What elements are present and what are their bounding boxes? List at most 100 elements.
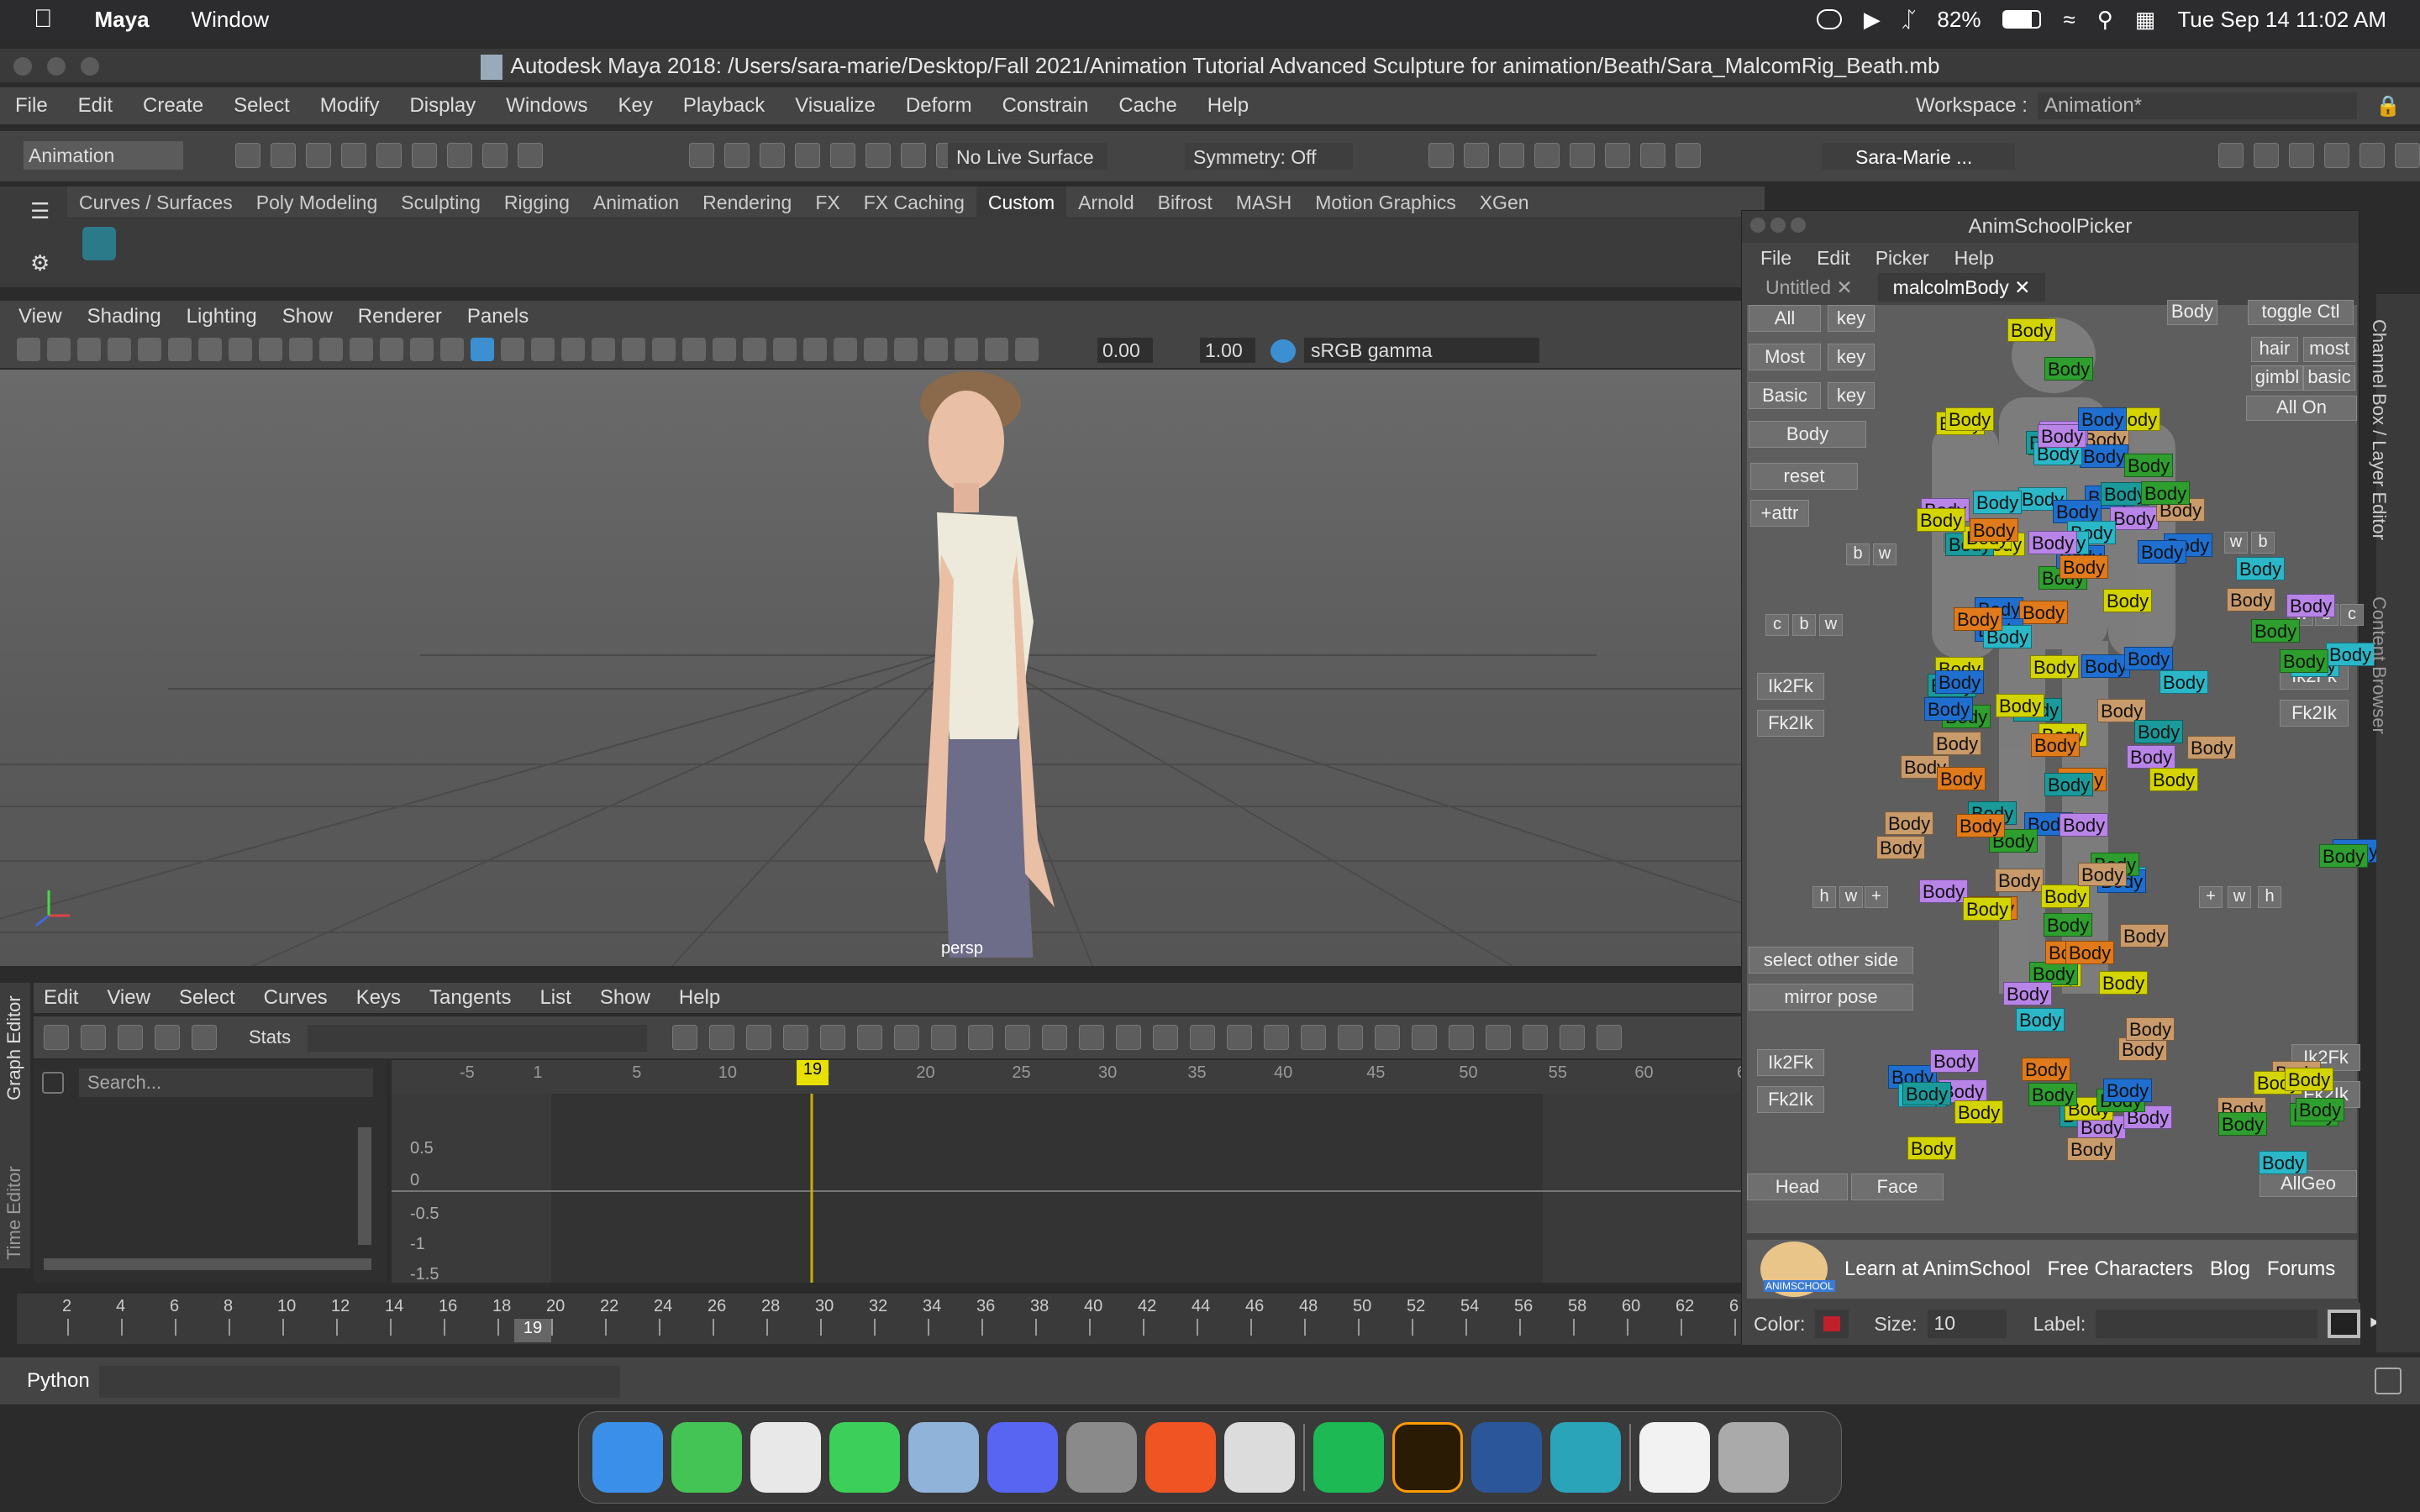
panel-tool-icon-4[interactable]	[2324, 143, 2349, 168]
body-control[interactable]: Body	[2149, 768, 2199, 791]
picker-close-button[interactable]	[1750, 218, 1765, 233]
graph-editor-tab[interactable]: Graph Editor	[3, 995, 25, 1100]
render-tool-icon-8[interactable]	[1676, 143, 1701, 168]
workspace-select[interactable]: Animation*	[2037, 92, 2357, 119]
viewport-tool-icon-31[interactable]	[924, 338, 948, 361]
viewport-tool-icon-20[interactable]	[592, 338, 615, 361]
body-control[interactable]: Body	[2053, 500, 2102, 523]
body-control[interactable]: Body	[2028, 1083, 2078, 1106]
body-control[interactable]: Body	[2065, 941, 2115, 964]
body-control[interactable]: Body	[2259, 1151, 2308, 1174]
select-tool-icon-4[interactable]	[795, 143, 820, 168]
body-control[interactable]: Body	[2236, 557, 2286, 580]
file-tool-icon-2[interactable]	[271, 143, 296, 168]
bluetooth-icon[interactable]: ᛢ	[1902, 7, 1916, 33]
user-account[interactable]: Sara-Marie ...	[1822, 143, 2015, 170]
shelf-tab-sculpting[interactable]: Sculpting	[389, 186, 492, 218]
close-window-button[interactable]	[13, 57, 32, 76]
graph-menu-help[interactable]: Help	[679, 986, 720, 1010]
body-control[interactable]: Body	[1930, 1049, 1980, 1073]
animschool-logo[interactable]: ANIMSCHOOL	[1760, 1242, 1835, 1297]
label-color-swatch[interactable]	[2327, 1310, 2360, 1338]
outliner-hscrollbar[interactable]	[44, 1258, 371, 1270]
discord-icon[interactable]	[987, 1422, 1058, 1493]
content-browser-tab[interactable]: Content Browser	[2368, 596, 2390, 734]
outliner-scrollbar[interactable]	[358, 1127, 371, 1245]
picker-button-mirror-pose[interactable]: mirror pose	[1749, 984, 1913, 1011]
viewport-tool-icon-1[interactable]	[17, 338, 40, 361]
panel-tool-icon-6[interactable]	[2395, 143, 2420, 168]
viewport-tool-icon-3[interactable]	[77, 338, 101, 361]
viewport-tool-icon-16[interactable]	[471, 338, 494, 361]
viewport-menu-shading[interactable]: Shading	[87, 305, 161, 328]
shelf-tab-motion-graphics[interactable]: Motion Graphics	[1303, 186, 1467, 218]
curve-tool-icon-8[interactable]	[931, 1025, 956, 1050]
menu-deform[interactable]: Deform	[906, 94, 972, 118]
body-control[interactable]: Body	[2127, 745, 2176, 769]
picker-zoom-button[interactable]	[1791, 218, 1806, 233]
curve-tool-icon-11[interactable]	[1042, 1025, 1067, 1050]
live-surface[interactable]: No Live Surface	[948, 143, 1107, 170]
body-control[interactable]: Body	[2078, 863, 2128, 886]
picker-small-c[interactable]: c	[2340, 604, 2364, 626]
graph-menu-edit[interactable]: Edit	[44, 986, 78, 1010]
render-tool-icon-7[interactable]	[1640, 143, 1665, 168]
picker-button-fk2ik[interactable]: Fk2Ik	[1757, 1086, 1824, 1113]
body-control[interactable]: Body	[2078, 407, 2128, 431]
body-control[interactable]: Body	[2160, 670, 2209, 694]
app-menu[interactable]: Maya	[95, 7, 150, 33]
body-control[interactable]: Body	[2124, 647, 2174, 670]
picker-small-b[interactable]: b	[2251, 532, 2275, 554]
command-input[interactable]	[99, 1366, 620, 1398]
picker-button-body[interactable]: Body	[1749, 421, 1866, 448]
spotify-icon[interactable]	[1313, 1422, 1384, 1493]
render-tool-icon-1[interactable]	[1428, 143, 1454, 168]
picker-small-w[interactable]: w	[1819, 614, 1843, 636]
file-tool-icon-8[interactable]	[482, 143, 508, 168]
colorspace-select[interactable]: sRGB gamma	[1304, 338, 1539, 363]
tab-untitled[interactable]: Untitled ✕	[1750, 273, 1868, 302]
curve-tool-icon-9[interactable]	[968, 1025, 993, 1050]
body-control[interactable]: Body	[1937, 767, 1986, 790]
picker-button-hair[interactable]: hair	[2251, 337, 2298, 362]
viewport-tool-icon-33[interactable]	[985, 338, 1008, 361]
picker-button-key[interactable]: key	[1828, 344, 1875, 370]
menu-visualize[interactable]: Visualize	[795, 94, 876, 118]
shelf-tab-bifrost[interactable]: Bifrost	[1146, 186, 1224, 218]
select-tool-icon-2[interactable]	[724, 143, 750, 168]
custom-shelf-tool-icon[interactable]	[82, 227, 116, 260]
picker-button-most[interactable]: Most	[1749, 344, 1821, 370]
graph-tool-icon-3[interactable]	[118, 1025, 143, 1050]
picker-button-face[interactable]: Face	[1851, 1173, 1944, 1200]
body-control[interactable]: Body	[1876, 836, 1926, 859]
picker-button-ik2fk[interactable]: Ik2Fk	[1757, 1049, 1824, 1076]
exposure-field[interactable]: 0.00	[1097, 338, 1153, 363]
body-control[interactable]: Body	[2124, 454, 2174, 477]
shelf-tab-custom[interactable]: Custom	[976, 186, 1067, 218]
body-control[interactable]: Body	[2080, 444, 2129, 468]
shelf-tab-curves-surfaces[interactable]: Curves / Surfaces	[67, 186, 245, 218]
body-control[interactable]: Body	[1902, 1082, 1952, 1105]
python-label[interactable]: Python	[27, 1369, 90, 1393]
shelf-tab-rigging[interactable]: Rigging	[492, 186, 581, 218]
blog-link[interactable]: Blog	[2210, 1257, 2250, 1281]
curve-tool-icon-10[interactable]	[1005, 1025, 1030, 1050]
body-control[interactable]: Body	[1954, 607, 2003, 631]
viewport-menu-show[interactable]: Show	[282, 305, 333, 328]
viewport-menu-lighting[interactable]: Lighting	[187, 305, 257, 328]
viewport-tool-icon-32[interactable]	[955, 338, 978, 361]
body-control[interactable]: Body	[1935, 670, 1985, 694]
graph-tool-icon-1[interactable]	[44, 1025, 69, 1050]
picker-button-ik2fk[interactable]: Ik2Fk	[1757, 673, 1824, 700]
viewport-tool-icon-17[interactable]	[501, 338, 524, 361]
picker-button-head[interactable]: Head	[1747, 1173, 1848, 1200]
picker-button-allon[interactable]: All On	[2246, 396, 2357, 421]
clock[interactable]: Tue Sep 14 11:02 AM	[2177, 7, 2386, 33]
body-control[interactable]: Body	[1956, 814, 2006, 837]
curve-tool-icon-12[interactable]	[1079, 1025, 1104, 1050]
graph-tool-icon-2[interactable]	[81, 1025, 106, 1050]
body-control[interactable]: Body	[2103, 1079, 2153, 1102]
body-control[interactable]: Body	[2060, 555, 2109, 579]
menu-select[interactable]: Select	[234, 94, 290, 118]
menu-playback[interactable]: Playback	[683, 94, 765, 118]
